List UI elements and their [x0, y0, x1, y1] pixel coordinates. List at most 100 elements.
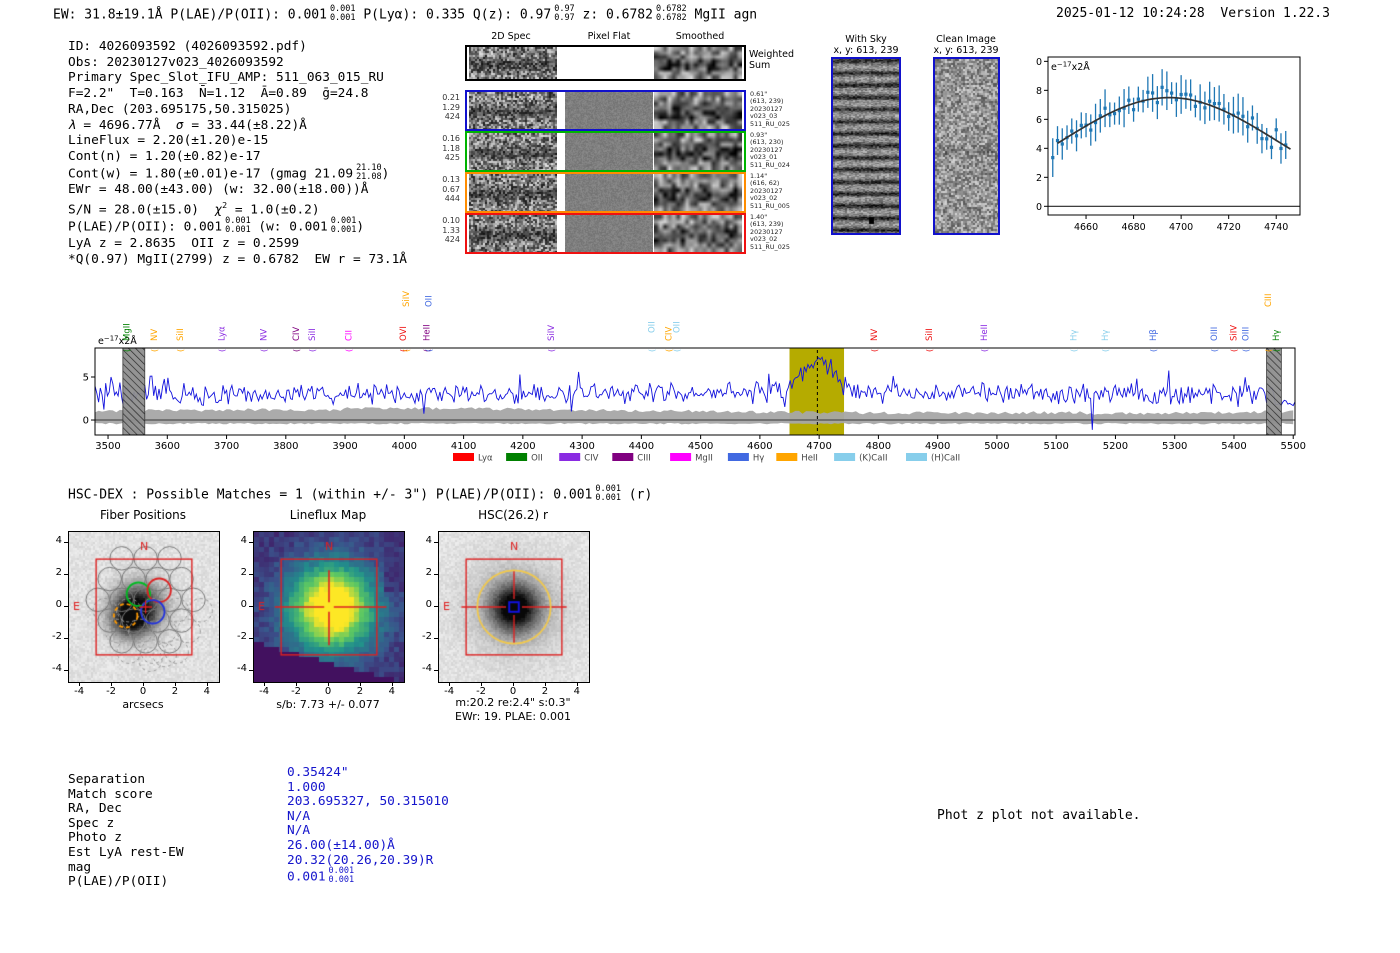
emission-line-bracket: ( [402, 349, 411, 352]
panel-x-tick: 0 [139, 686, 147, 697]
emission-line-label: NV [870, 329, 880, 341]
stacked-value: 0.001 0.001 [225, 216, 251, 236]
emission-line-label: Hγ [1101, 330, 1111, 341]
tick-mark [206, 682, 208, 686]
legend-swatch [906, 453, 927, 461]
lineflux-map-title: Lineflux Map [289, 508, 367, 522]
tick-mark [64, 574, 68, 576]
emission-line-label: HeII [980, 324, 990, 341]
fiber-annotation: 0.93" (613, 230) 20230127 v023_01 511_RU_024 [750, 131, 790, 169]
masked-region [1266, 347, 1282, 436]
col-header-pixel-flat: Pixel Flat [587, 31, 631, 42]
match-table-label: Separation [68, 772, 146, 787]
emission-line-label: OII [648, 321, 658, 333]
tick-mark [174, 682, 176, 686]
panel-x-tick: 2 [356, 686, 364, 697]
x-tick-label: 4660 [1074, 222, 1098, 232]
data-point [1089, 128, 1093, 132]
x-tick-label: 4400 [629, 441, 654, 452]
data-point [1070, 129, 1074, 133]
fiber-positions-title: Fiber Positions [99, 508, 187, 522]
phot-z-note: Phot z plot not available. [937, 808, 1141, 823]
panel-x-tick: -4 [259, 686, 270, 697]
tick-mark [249, 606, 253, 607]
info-line: LineFlux = 2.20(±1.20)e-15 [68, 133, 269, 149]
emission-line-bracket: ( [648, 349, 657, 352]
x-tick-label: 4000 [392, 441, 417, 452]
tick-mark [544, 682, 546, 686]
cutout-2d-spec [469, 92, 557, 129]
panel-y-tick: -2 [422, 630, 432, 642]
panel-y-tick: 4 [240, 535, 247, 547]
tick-mark [576, 682, 578, 686]
panel-y-tick: 4 [55, 535, 62, 547]
info-line: EWr = 48.00(±43.00) (w: 32.00(±18.00))Å [68, 182, 369, 198]
emission-line-bracket: ( [176, 349, 185, 352]
x-tick-label: 4500 [688, 441, 713, 452]
x-tick-label: 4200 [510, 441, 535, 452]
tick-mark [434, 606, 438, 607]
stacked-value: 0.6782 0.6782 [655, 4, 687, 23]
noise-error-band [95, 407, 1294, 425]
data-point [1203, 106, 1207, 110]
tick-mark [359, 682, 361, 686]
col-header-smoothed: Smoothed [675, 31, 725, 42]
data-point [1236, 111, 1240, 115]
match-table-label: P(LAE)/P(OII) [68, 874, 169, 890]
emission-line-label: OIII [1210, 327, 1220, 341]
x-tick-label: 4300 [569, 441, 594, 452]
match-table-value: 0.001 0.001 0.001 [287, 866, 355, 886]
fiber-positions-canvas [68, 531, 220, 683]
emission-line-bracket: ( [259, 349, 268, 352]
emission-line-bracket: ( [1101, 349, 1110, 352]
tick-mark [481, 682, 483, 686]
data-point [1184, 92, 1188, 96]
match-table-value: 26.00(±14.00)Å [287, 837, 395, 853]
tick-mark [434, 542, 438, 544]
legend-swatch [727, 453, 749, 461]
match-table-value: 203.695327, 50.315010 [287, 794, 449, 810]
y-tick-label: 4 [1036, 144, 1042, 155]
y-tick-label: 5 [83, 373, 89, 384]
tick-mark [64, 669, 68, 671]
emission-line-bracket: ( [217, 349, 226, 352]
report-version: Version 1.22.3 [1220, 6, 1330, 21]
match-table-label: Spec z [68, 815, 115, 831]
tick-mark [249, 669, 253, 671]
panel-y-tick: -4 [422, 662, 432, 674]
data-point [1217, 101, 1221, 106]
x-tick-label: 4600 [747, 441, 772, 452]
cutout-2d-spec [469, 47, 557, 79]
emission-line-label: OII [672, 321, 682, 333]
fiber-cutout-row [465, 131, 746, 172]
tick-mark [143, 682, 144, 686]
cutout-pixel-flat [565, 174, 653, 211]
data-point [1189, 93, 1193, 97]
panel-y-tick: 2 [425, 567, 432, 579]
x-tick-label: 4800 [866, 441, 891, 452]
match-table-value: N/A [287, 823, 311, 839]
legend-label: OII [531, 454, 543, 464]
match-table-label: RA, Dec [68, 801, 122, 817]
x-tick-label: 4700 [1169, 222, 1193, 232]
stacked-value: 0.001 0.001 [330, 216, 357, 236]
panel-x-tick: -2 [291, 686, 302, 697]
tick-mark [64, 606, 68, 607]
emission-line-label: OVI [399, 326, 409, 341]
data-point [1179, 92, 1183, 97]
emission-line-bracket: ( [672, 349, 681, 352]
tick-mark [249, 574, 253, 576]
info-line: RA,Dec (203.695175,50.315025) [68, 101, 292, 117]
legend-swatch [506, 453, 528, 461]
data-point [1155, 101, 1159, 105]
tick-mark [79, 682, 81, 686]
hsc-cutout-title: HSC(26.2) r [478, 508, 548, 522]
emission-line-label: SiIV [1229, 325, 1239, 341]
panel-y-tick: 2 [240, 567, 247, 579]
emission-line-bracket: ( [1210, 349, 1219, 352]
stacked-value: 0.001 0.001 [329, 4, 356, 23]
stacked-value: 0.001 0.001 [328, 866, 355, 886]
x-tick-label: 5400 [1221, 441, 1246, 452]
info-line: ID: 4026093592 (4026093592.pdf) [68, 39, 307, 54]
cutout-pixel-flat [565, 133, 653, 170]
